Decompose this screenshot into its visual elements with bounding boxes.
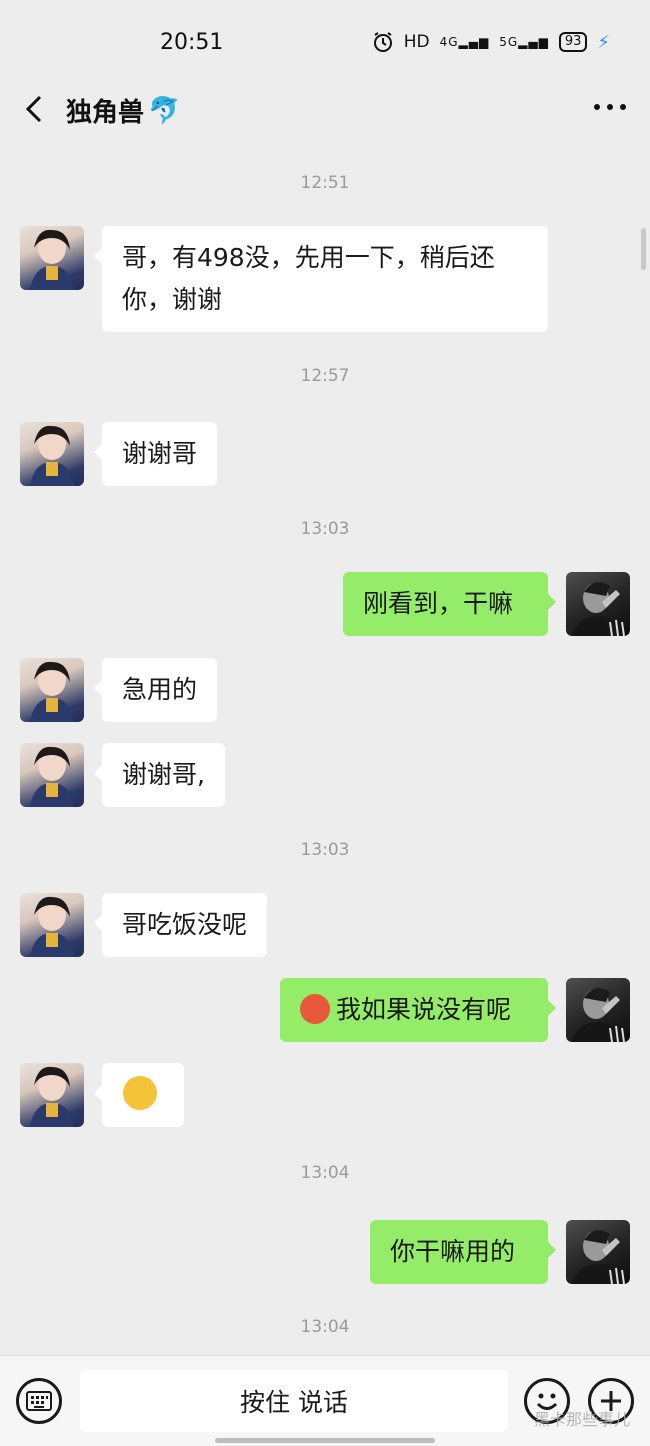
message-timestamp: 13:04 [300,1317,350,1337]
my-avatar[interactable] [566,1220,630,1284]
alarm-icon [373,32,392,52]
hd-icon: HD [403,32,430,52]
message-timestamp: 13:03 [300,840,350,860]
message-timestamp: 13:04 [300,1163,350,1183]
hold-to-talk-button[interactable]: 按住 说话 [80,1370,508,1432]
battery-icon: 93 [558,32,588,52]
message-timestamp: 12:51 [300,173,350,193]
message-text: 我如果说没有呢 [336,995,512,1024]
message-bubble-sent[interactable]: 我如果说没有呢 [280,978,556,1042]
keyboard-toggle-button[interactable] [16,1378,62,1424]
message-bubble-sent[interactable]: 刚看到，干嘛 [343,572,556,636]
flushed-face-emoji [300,994,330,1024]
message-bubble-sent[interactable]: 你干嘛用的 [370,1220,556,1284]
contact-avatar[interactable] [20,1063,84,1127]
tears-of-joy-emoji [123,1076,157,1110]
chat-header: 独角兽 🐬 [0,86,650,132]
contact-avatar[interactable] [20,893,84,957]
message-bubble-received[interactable]: 谢谢哥, [94,743,225,807]
contact-avatar[interactable] [20,422,84,486]
message-timestamp: 12:57 [300,366,350,386]
chevron-left-icon [25,95,42,123]
more-dots-icon [594,104,626,110]
message-bubble-received[interactable]: 哥吃饭没呢 [93,893,268,957]
contact-avatar[interactable] [20,743,84,807]
status-time: 20:51 [160,30,224,55]
input-bar: 按住 说话 [0,1355,650,1446]
status-bar: 20:51 HD 4G▂▄▆ 5G▂▄▆ 93 ⚡ [0,0,650,86]
back-button[interactable] [18,92,50,126]
more-options-button[interactable] [590,96,630,122]
contact-avatar[interactable] [20,658,84,722]
message-bubble-received[interactable]: 哥，有498没，先用一下，稍后还你，谢谢 [94,226,548,332]
watermark: 黑卡那些事儿 [533,1410,630,1429]
my-avatar[interactable] [566,572,630,636]
scrollbar[interactable] [641,228,646,270]
message-timestamp: 13:03 [300,519,350,539]
message-bubble-received[interactable] [94,1063,184,1127]
contact-name: 独角兽 [66,98,145,128]
message-bubble-received[interactable]: 急用的 [93,658,218,722]
charging-icon: ⚡ [597,31,610,53]
chat-title: 独角兽 🐬 [66,92,180,129]
signal-5g-icon: 5G▂▄▆ [499,35,549,49]
signal-4g-icon: 4G▂▄▆ [439,35,490,49]
dolphin-emoji: 🐬 [148,95,181,126]
my-avatar[interactable] [566,978,630,1042]
status-icons: HD 4G▂▄▆ 5G▂▄▆ 93 ⚡ [372,31,610,53]
message-bubble-received[interactable]: 谢谢哥 [93,422,218,486]
keyboard-icon [26,1391,52,1411]
contact-avatar[interactable] [20,226,84,290]
home-indicator[interactable] [215,1438,435,1443]
